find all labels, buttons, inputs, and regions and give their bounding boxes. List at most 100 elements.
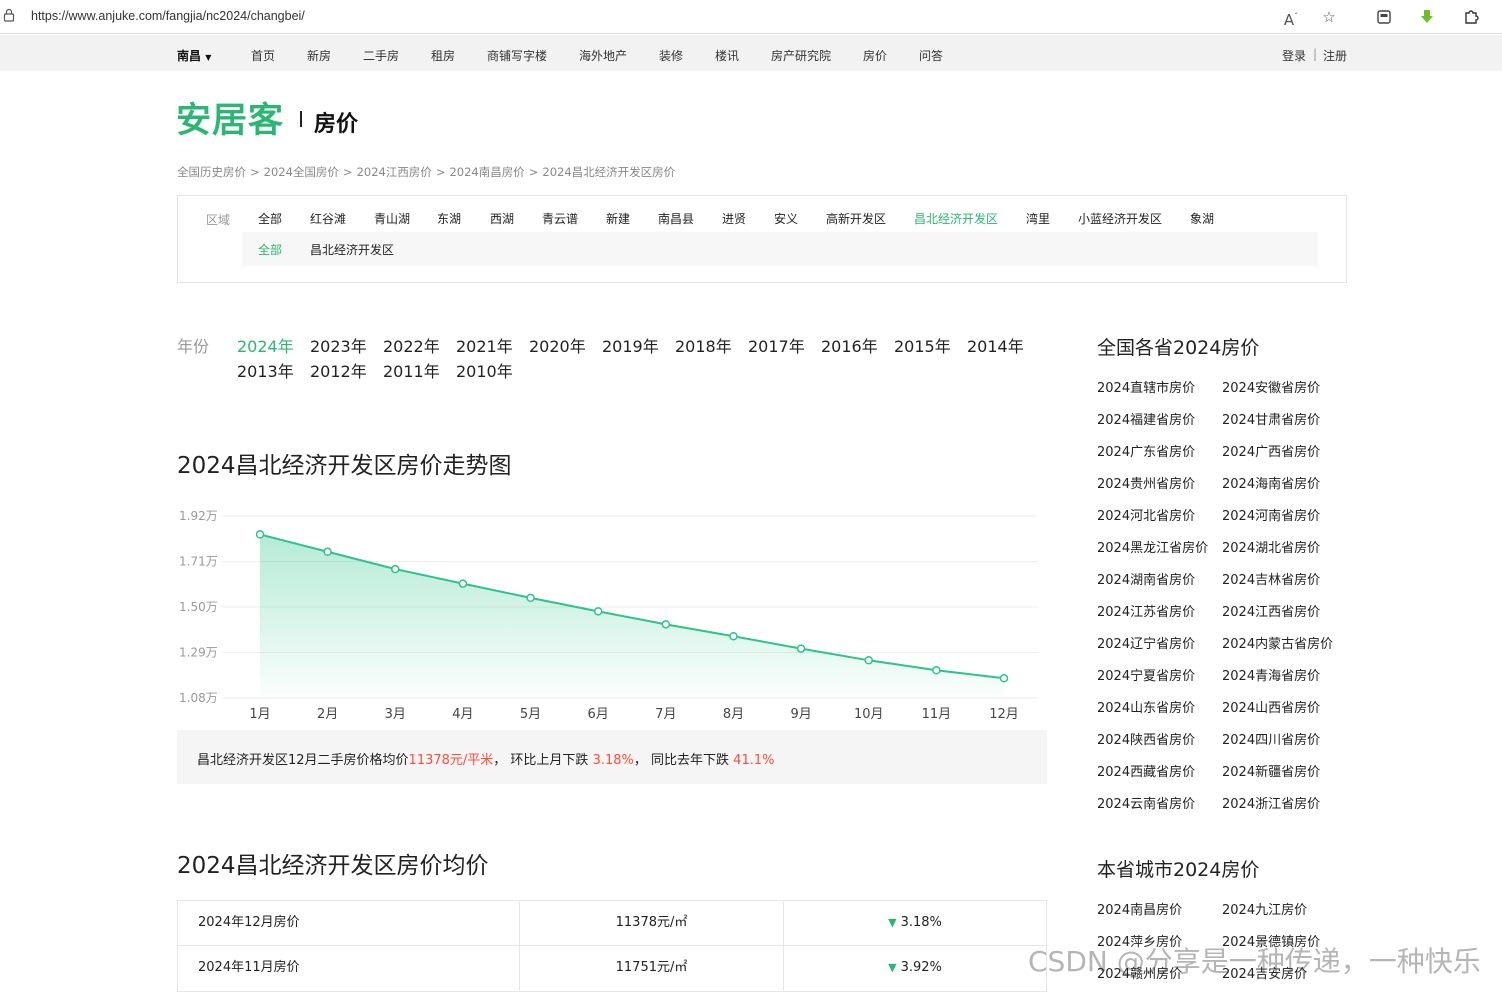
nav-item[interactable]: 楼讯 <box>715 47 739 64</box>
region-option-active[interactable]: 昌北经济开发区 <box>914 210 998 227</box>
nav-item[interactable]: 二手房 <box>363 47 399 64</box>
region-option[interactable]: 西湖 <box>490 210 514 227</box>
sidebar-link[interactable]: 2024宁夏省房价 <box>1097 665 1195 684</box>
breadcrumb-link[interactable]: 全国历史房价 <box>177 165 246 179</box>
register-link[interactable]: 注册 <box>1323 47 1347 64</box>
url-field[interactable]: https://www.anjuke.com/fangjia/nc2024/ch… <box>31 9 305 23</box>
sidebar-link[interactable]: 2024安徽省房价 <box>1222 377 1320 396</box>
subregion-option[interactable]: 昌北经济开发区 <box>310 241 394 258</box>
sidebar-link[interactable]: 2024辽宁省房价 <box>1097 633 1195 652</box>
extensions-puzzle-icon[interactable] <box>1460 6 1482 28</box>
sidebar-link[interactable]: 2024山西省房价 <box>1222 697 1320 716</box>
sidebar-link[interactable]: 2024新疆省房价 <box>1222 761 1320 780</box>
breadcrumb: 全国历史房价 >2024全国房价 >2024江西房价 >2024南昌房价 >2024昌北… <box>177 164 675 180</box>
sidebar-link[interactable]: 2024景德镇房价 <box>1222 931 1320 950</box>
lock-icon <box>3 8 15 22</box>
sidebar-link[interactable]: 2024直辖市房价 <box>1097 377 1195 396</box>
nav-item[interactable]: 海外地产 <box>579 47 627 64</box>
sidebar-link[interactable]: 2024西藏省房价 <box>1097 761 1195 780</box>
nav-item[interactable]: 房价 <box>863 47 887 64</box>
year-option[interactable]: 2016年 <box>821 333 878 357</box>
sidebar-link[interactable]: 2024海南省房价 <box>1222 473 1320 492</box>
nav-item[interactable]: 新房 <box>307 47 331 64</box>
region-option[interactable]: 湾里 <box>1026 210 1050 227</box>
anjuke-logo[interactable]: 安居客 <box>176 92 284 143</box>
sidebar-link[interactable]: 2024云南省房价 <box>1097 793 1195 812</box>
year-option[interactable]: 2011年 <box>383 358 440 382</box>
x-tick-label: 9月 <box>790 707 811 722</box>
nav-item[interactable]: 问答 <box>919 47 943 64</box>
year-option[interactable]: 2021年 <box>456 333 513 357</box>
sidebar-link[interactable]: 2024贵州省房价 <box>1097 473 1195 492</box>
nav-item[interactable]: 装修 <box>659 47 683 64</box>
year-option[interactable]: 2022年 <box>383 333 440 357</box>
year-option-active[interactable]: 2024年 <box>237 333 294 357</box>
region-option[interactable]: 安义 <box>774 210 798 227</box>
year-option[interactable]: 2020年 <box>529 333 586 357</box>
sidebar-link[interactable]: 2024南昌房价 <box>1097 899 1182 918</box>
year-option[interactable]: 2010年 <box>456 358 513 382</box>
region-option[interactable]: 南昌县 <box>658 210 694 227</box>
month-cell[interactable]: 2024年12月房价 <box>178 901 520 945</box>
year-option[interactable]: 2013年 <box>237 358 294 382</box>
region-option[interactable]: 全部 <box>258 210 282 227</box>
year-option[interactable]: 2014年 <box>967 333 1024 357</box>
breadcrumb-link[interactable]: 2024全国房价 <box>264 165 339 179</box>
nav-item[interactable]: 租房 <box>431 47 455 64</box>
collections-icon[interactable] <box>1373 6 1395 28</box>
year-option[interactable]: 2019年 <box>602 333 659 357</box>
sidebar-link[interactable]: 2024陕西省房价 <box>1097 729 1195 748</box>
favorite-star-icon[interactable]: ☆ <box>1318 6 1340 28</box>
year-option[interactable]: 2018年 <box>675 333 732 357</box>
city-selector[interactable]: 南昌 ▼ <box>177 47 211 64</box>
price-cell: 11751元/㎡ <box>520 946 784 990</box>
sidebar-link[interactable]: 2024浙江省房价 <box>1222 793 1320 812</box>
year-option[interactable]: 2023年 <box>310 333 367 357</box>
region-option[interactable]: 高新开发区 <box>826 210 886 227</box>
subregion-option-active[interactable]: 全部 <box>258 241 282 258</box>
sidebar-link[interactable]: 2024青海省房价 <box>1222 665 1320 684</box>
year-option[interactable]: 2015年 <box>894 333 951 357</box>
sidebar-link[interactable]: 2024河北省房价 <box>1097 505 1195 524</box>
sidebar-link[interactable]: 2024赣州房价 <box>1097 963 1182 982</box>
region-option[interactable]: 小蓝经济开发区 <box>1078 210 1162 227</box>
year-option[interactable]: 2017年 <box>748 333 805 357</box>
sidebar-link[interactable]: 2024广东省房价 <box>1097 441 1195 460</box>
year-option[interactable]: 2012年 <box>310 358 367 382</box>
sidebar-link[interactable]: 2024四川省房价 <box>1222 729 1320 748</box>
sidebar-link[interactable]: 2024江苏省房价 <box>1097 601 1195 620</box>
region-option[interactable]: 进贤 <box>722 210 746 227</box>
sidebar-link[interactable]: 2024萍乡房价 <box>1097 931 1182 950</box>
download-arrow-icon[interactable] <box>1416 6 1438 28</box>
breadcrumb-link[interactable]: 2024南昌房价 <box>449 165 524 179</box>
month-cell[interactable]: 2024年11月房价 <box>178 946 520 990</box>
read-aloud-icon[interactable]: Aˆ <box>1280 6 1302 29</box>
sidebar-link[interactable]: 2024江西省房价 <box>1222 601 1320 620</box>
sidebar-link[interactable]: 2024福建省房价 <box>1097 409 1195 428</box>
login-link[interactable]: 登录 <box>1282 47 1306 64</box>
sidebar-link[interactable]: 2024甘肃省房价 <box>1222 409 1320 428</box>
sidebar-link[interactable]: 2024吉林省房价 <box>1222 569 1320 588</box>
sidebar-link[interactable]: 2024河南省房价 <box>1222 505 1320 524</box>
sidebar-link[interactable]: 2024内蒙古省房价 <box>1222 633 1333 652</box>
nav-item[interactable]: 首页 <box>251 47 275 64</box>
x-tick-label: 11月 <box>922 707 952 722</box>
region-option[interactable]: 新建 <box>606 210 630 227</box>
sidebar-link[interactable]: 2024湖北省房价 <box>1222 537 1320 556</box>
nav-item[interactable]: 商铺写字楼 <box>487 47 547 64</box>
region-option[interactable]: 青云谱 <box>542 210 578 227</box>
sidebar-link[interactable]: 2024吉安房价 <box>1222 963 1307 982</box>
sidebar-link[interactable]: 2024广西省房价 <box>1222 441 1320 460</box>
sidebar-link[interactable]: 2024湖南省房价 <box>1097 569 1195 588</box>
nav-item[interactable]: 房产研究院 <box>771 47 831 64</box>
region-option[interactable]: 东湖 <box>437 210 461 227</box>
summary-mid: ， 环比上月下跌 <box>493 753 589 768</box>
region-option[interactable]: 象湖 <box>1190 210 1214 227</box>
sidebar-link[interactable]: 2024黑龙江省房价 <box>1097 537 1208 556</box>
region-option[interactable]: 红谷滩 <box>310 210 346 227</box>
sidebar-link[interactable]: 2024九江房价 <box>1222 899 1307 918</box>
region-option[interactable]: 青山湖 <box>374 210 410 227</box>
breadcrumb-link[interactable]: 2024江西房价 <box>357 165 432 179</box>
sidebar-link[interactable]: 2024山东省房价 <box>1097 697 1195 716</box>
data-point <box>593 607 603 616</box>
